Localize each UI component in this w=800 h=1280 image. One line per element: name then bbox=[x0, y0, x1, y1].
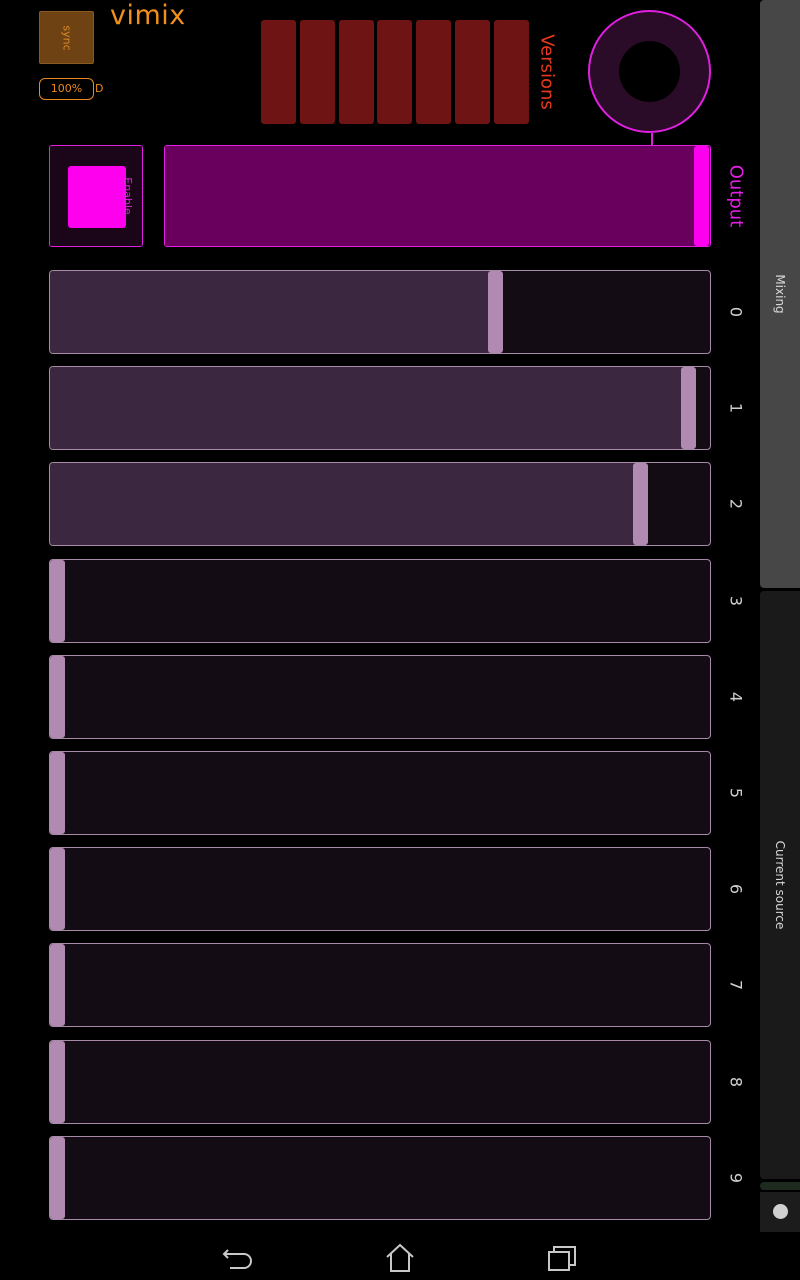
mix-channel-index: 6 bbox=[726, 883, 746, 895]
mix-slider-1[interactable] bbox=[49, 366, 711, 450]
mix-slider-handle[interactable] bbox=[50, 944, 65, 1026]
mix-slider-4[interactable] bbox=[49, 655, 711, 739]
mix-slider-handle[interactable] bbox=[488, 271, 503, 353]
knob-stem bbox=[651, 133, 653, 145]
app-title: vimix bbox=[110, 0, 186, 31]
mix-channel-index: 4 bbox=[726, 691, 746, 703]
output-knob[interactable] bbox=[588, 10, 711, 133]
mix-channel-label: 6 bbox=[722, 847, 750, 931]
version-slot[interactable] bbox=[338, 20, 374, 124]
output-slider[interactable] bbox=[164, 145, 711, 247]
mix-channel-label: 5 bbox=[722, 751, 750, 835]
mix-slider-fill bbox=[50, 367, 689, 449]
version-slot[interactable] bbox=[455, 20, 491, 124]
versions-label: Versions bbox=[536, 34, 558, 110]
version-slot[interactable] bbox=[493, 20, 529, 124]
mix-slider-handle[interactable] bbox=[50, 1137, 65, 1219]
mix-channel-label: 7 bbox=[722, 943, 750, 1027]
mix-slider-7[interactable] bbox=[49, 943, 711, 1027]
mix-slider-5[interactable] bbox=[49, 751, 711, 835]
version-slot[interactable] bbox=[299, 20, 335, 124]
output-label-box: Output bbox=[722, 145, 750, 247]
output-label: Output bbox=[725, 164, 747, 228]
zoom-suffix: D bbox=[95, 82, 104, 95]
mix-channel-index: 1 bbox=[726, 402, 746, 414]
versions-strip bbox=[261, 20, 529, 124]
mix-slider-handle[interactable] bbox=[633, 463, 648, 545]
mix-channel-index: 2 bbox=[726, 498, 746, 510]
home-icon[interactable] bbox=[380, 1240, 420, 1274]
mix-channel-index: 7 bbox=[726, 979, 746, 991]
mix-channel-index: 8 bbox=[726, 1076, 746, 1088]
dot-icon bbox=[773, 1204, 788, 1219]
mix-slider-handle[interactable] bbox=[50, 752, 65, 834]
tab-extra[interactable] bbox=[760, 1182, 800, 1190]
enable-toggle[interactable]: Enable bbox=[49, 145, 143, 247]
version-slot[interactable] bbox=[416, 20, 452, 124]
back-arrow-icon[interactable] bbox=[218, 1240, 258, 1274]
mix-slider-handle[interactable] bbox=[50, 1041, 65, 1123]
mix-channel-label: 8 bbox=[722, 1040, 750, 1124]
mix-channel-index: 0 bbox=[726, 306, 746, 318]
output-slider-handle[interactable] bbox=[694, 146, 709, 246]
mix-slider-handle[interactable] bbox=[50, 848, 65, 930]
knob-center bbox=[619, 41, 680, 102]
mix-channel-index: 9 bbox=[726, 1172, 746, 1184]
tab-mixing[interactable]: Mixing bbox=[760, 0, 800, 588]
recent-apps-icon[interactable] bbox=[543, 1240, 583, 1274]
version-slot[interactable] bbox=[261, 20, 296, 124]
mix-channel-index: 5 bbox=[726, 787, 746, 799]
tab-mixing-label: Mixing bbox=[773, 274, 787, 314]
system-nav-bar bbox=[0, 1232, 800, 1280]
mix-channel-label: 4 bbox=[722, 655, 750, 739]
mix-channel-label: 0 bbox=[722, 270, 750, 354]
mix-slider-handle[interactable] bbox=[681, 367, 696, 449]
tab-current-source[interactable]: Current source bbox=[760, 591, 800, 1179]
mix-slider-3[interactable] bbox=[49, 559, 711, 643]
mix-slider-fill bbox=[50, 463, 641, 545]
tab-dot-button[interactable] bbox=[760, 1192, 800, 1232]
sync-label: sync bbox=[60, 24, 73, 51]
mix-slider-6[interactable] bbox=[49, 847, 711, 931]
enable-label: Enable bbox=[120, 177, 134, 215]
mix-channel-label: 3 bbox=[722, 559, 750, 643]
tab-current-source-label: Current source bbox=[773, 840, 787, 930]
mix-slider-0[interactable] bbox=[49, 270, 711, 354]
enable-indicator bbox=[68, 166, 126, 228]
versions-label-box: Versions bbox=[533, 20, 561, 124]
mix-slider-2[interactable] bbox=[49, 462, 711, 546]
mix-slider-handle[interactable] bbox=[50, 656, 65, 738]
output-slider-fill bbox=[165, 146, 709, 246]
mix-slider-handle[interactable] bbox=[50, 560, 65, 642]
mix-slider-8[interactable] bbox=[49, 1040, 711, 1124]
version-slot[interactable] bbox=[377, 20, 413, 124]
mix-slider-fill bbox=[50, 271, 496, 353]
mix-channel-index: 3 bbox=[726, 595, 746, 607]
mix-channel-label: 1 bbox=[722, 366, 750, 450]
sync-button[interactable]: sync bbox=[39, 11, 94, 64]
zoom-badge[interactable]: 100% bbox=[39, 78, 94, 100]
mix-slider-9[interactable] bbox=[49, 1136, 711, 1220]
mix-channel-label: 9 bbox=[722, 1136, 750, 1220]
mix-channel-label: 2 bbox=[722, 462, 750, 546]
